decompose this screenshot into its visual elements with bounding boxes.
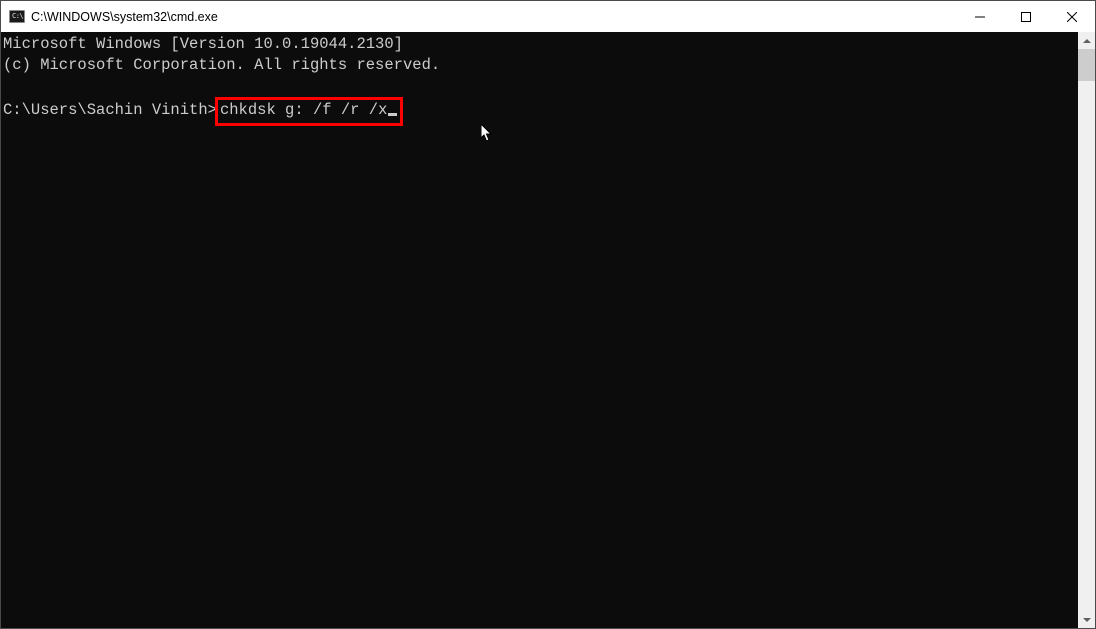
command-highlight: chkdsk g: /f /r /x <box>215 97 403 126</box>
text-cursor <box>388 113 397 116</box>
terminal-area: Microsoft Windows [Version 10.0.19044.21… <box>1 32 1095 628</box>
version-line: Microsoft Windows [Version 10.0.19044.21… <box>3 35 403 53</box>
chevron-down-icon <box>1083 618 1091 622</box>
close-button[interactable] <box>1049 1 1095 32</box>
minimize-button[interactable] <box>957 1 1003 32</box>
copyright-line: (c) Microsoft Corporation. All rights re… <box>3 56 440 74</box>
maximize-icon <box>1021 12 1031 22</box>
minimize-icon <box>975 12 985 22</box>
scroll-up-button[interactable] <box>1078 32 1095 49</box>
scroll-down-button[interactable] <box>1078 611 1095 628</box>
close-icon <box>1067 12 1077 22</box>
maximize-button[interactable] <box>1003 1 1049 32</box>
terminal[interactable]: Microsoft Windows [Version 10.0.19044.21… <box>1 32 1078 628</box>
window-title: C:\WINDOWS\system32\cmd.exe <box>31 10 218 24</box>
chevron-up-icon <box>1083 39 1091 43</box>
prompt-path: C:\Users\Sachin Vinith> <box>3 101 217 119</box>
cmd-window: C:\ C:\WINDOWS\system32\cmd.exe <box>0 0 1096 629</box>
typed-command: chkdsk g: /f /r /x <box>220 101 387 119</box>
cmd-icon: C:\ <box>9 9 25 25</box>
window-controls <box>957 1 1095 32</box>
scroll-thumb[interactable] <box>1078 49 1095 81</box>
vertical-scrollbar[interactable] <box>1078 32 1095 628</box>
titlebar[interactable]: C:\ C:\WINDOWS\system32\cmd.exe <box>1 1 1095 32</box>
scroll-track[interactable] <box>1078 49 1095 611</box>
